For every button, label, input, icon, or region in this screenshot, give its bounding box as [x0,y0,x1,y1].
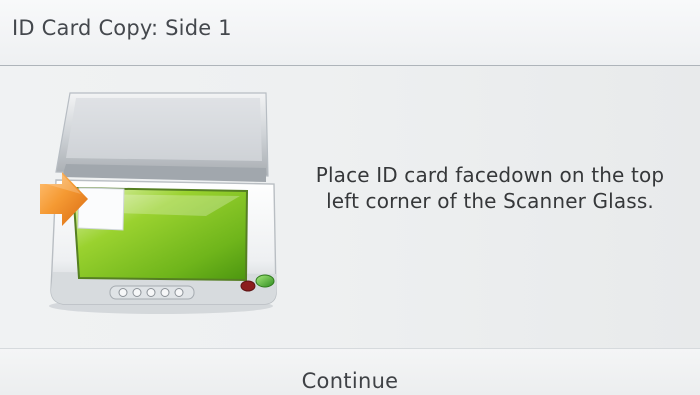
control-panel-icon [109,285,195,300]
page-title: ID Card Copy: Side 1 [12,16,232,40]
instruction-text: Place ID card facedown on the top left c… [315,163,665,213]
title-bar: ID Card Copy: Side 1 [0,0,700,68]
id-card-copy-screen: ID Card Copy: Side 1 Place ID card faced… [0,0,700,395]
continue-button[interactable]: Continue [0,348,700,395]
scanner-with-id-card-icon [36,84,286,314]
scanner-illustration [40,92,277,314]
continue-button-label: Continue [301,369,399,393]
instruction-panel: Place ID card facedown on the top left c… [0,66,700,348]
